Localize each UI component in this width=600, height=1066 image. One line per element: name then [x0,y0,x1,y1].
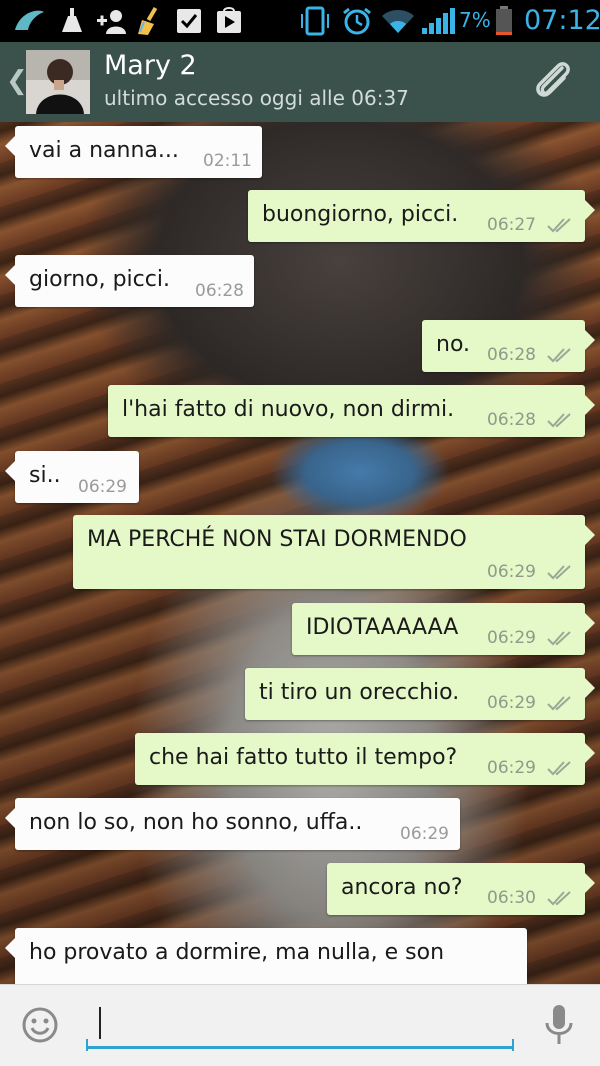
double-check-icon [547,413,571,428]
message-text: buongiorno, picci. [262,202,459,227]
alarm-icon [343,7,371,35]
message-text: IDIOTAAAAAA [306,615,459,640]
message-bubble[interactable]: ancora no? 06:30 [327,863,595,915]
message-text: giorno, picci. [29,267,170,292]
message-composer [0,984,600,1066]
message-text: ho provato a dormire, ma nulla, e son [29,940,445,965]
message-time: 06:29 [400,824,449,844]
chat-header[interactable]: ❮ Mary 2 ultimo accesso oggi alle 06:37 [0,42,600,122]
message-bubble[interactable]: no. 06:28 [422,320,595,372]
message-text: no. [436,332,471,357]
message-time: 06:28 [195,281,244,301]
message-time: 06:29 [487,562,536,582]
bubble-tail [585,330,595,350]
broom-icon [138,6,158,35]
contact-name[interactable]: Mary 2 [104,50,197,81]
bubble-tail [585,678,595,698]
message-text: non lo so, non ho sonno, uffa.. [29,810,363,835]
bubble-tail [585,200,595,220]
message-text: che hai fatto tutto il tempo? [149,745,458,770]
text-cursor [99,1007,101,1039]
message-bubble[interactable]: IDIOTAAAAAA 06:29 [292,603,595,655]
message-bubble[interactable]: buongiorno, picci. 06:27 [248,190,595,242]
signal-icon [422,8,455,34]
message-text: si.. [29,463,61,488]
message-text: ancora no? [341,875,463,900]
message-bubble[interactable]: ho provato a dormire, ma nulla, e son [5,928,527,984]
message-time: 02:11 [203,151,252,171]
checkbox-icon [177,9,201,33]
bubble-tail [5,136,15,156]
phone-vibrate-icon [301,6,329,36]
double-check-icon [547,565,571,580]
last-seen-status: ultimo accesso oggi alle 06:37 [104,86,409,110]
message-bubble[interactable]: non lo so, non ho sonno, uffa.. 06:29 [5,798,460,850]
message-text: MA PERCHÉ NON STAI DORMENDO [87,527,467,552]
message-input[interactable] [86,1001,514,1049]
message-bubble[interactable]: che hai fatto tutto il tempo? 06:29 [135,733,595,785]
bubble-tail [5,808,15,828]
input-underline-edge [512,1039,514,1051]
add-contact-icon [97,10,126,34]
app-icon [15,10,44,30]
double-check-icon [547,348,571,363]
bubble-tail [5,461,15,481]
message-bubble[interactable]: giorno, picci. 06:28 [5,255,254,307]
microphone-icon[interactable] [542,1003,576,1047]
message-text: ti tiro un orecchio. [259,680,460,705]
clean-icon [62,8,82,32]
avatar-photo [26,50,90,114]
message-time: 06:27 [487,215,536,235]
status-bar: 7% 07:12 [0,0,600,42]
message-time: 06:28 [487,345,536,365]
message-time: 06:30 [487,888,536,908]
double-check-icon [547,891,571,906]
wifi-icon [382,10,414,33]
message-bubble[interactable]: l'hai fatto di nuovo, non dirmi. 06:28 [108,385,595,437]
back-icon[interactable]: ❮ [6,66,28,96]
input-underline-edge [86,1039,88,1051]
message-bubble[interactable]: si.. 06:29 [5,451,139,503]
play-store-icon [217,7,241,33]
bubble-tail [585,525,595,545]
message-time: 06:28 [487,410,536,430]
bubble-tail [5,265,15,285]
message-time: 06:29 [487,758,536,778]
bubble-tail [585,873,595,893]
battery-percent: 7% [459,8,491,32]
message-text: l'hai fatto di nuovo, non dirmi. [122,397,455,422]
message-bubble[interactable]: ti tiro un orecchio. 06:29 [245,668,595,720]
message-bubble[interactable]: vai a nanna... 02:11 [5,126,262,178]
bubble-tail [585,395,595,415]
emoji-icon[interactable] [22,1007,58,1043]
double-check-icon [547,218,571,233]
double-check-icon [547,696,571,711]
message-text: vai a nanna... [29,138,179,163]
avatar[interactable] [26,50,90,114]
attach-icon[interactable] [528,56,578,106]
double-check-icon [547,761,571,776]
clock: 07:12 [524,5,600,36]
message-time: 06:29 [487,693,536,713]
battery-icon [496,6,512,35]
message-time: 06:29 [78,477,127,497]
message-time: 06:29 [487,628,536,648]
chat-area[interactable]: vai a nanna... 02:11 buongiorno, picci. … [0,122,600,984]
double-check-icon [547,631,571,646]
bubble-tail [585,743,595,763]
bubble-tail [5,938,15,958]
bubble-tail [585,613,595,633]
message-bubble[interactable]: MA PERCHÉ NON STAI DORMENDO 06:29 [73,515,595,589]
